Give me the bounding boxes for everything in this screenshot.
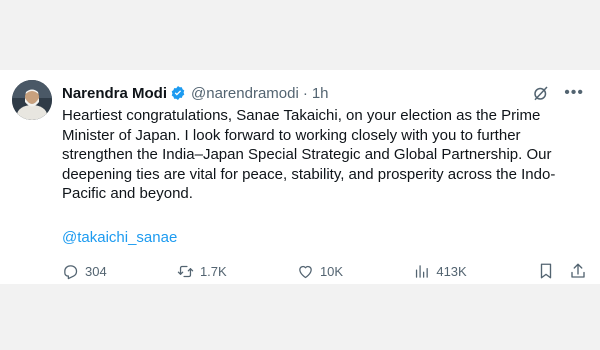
- reply-count: 304: [85, 263, 107, 279]
- like-icon: [299, 265, 312, 278]
- bookmark-icon[interactable]: [537, 262, 555, 280]
- tweet-header: Narendra Modi @narendramodi · 1h: [62, 83, 329, 103]
- reply-button[interactable]: 304: [62, 263, 107, 280]
- like-count: 10K: [319, 263, 344, 279]
- tweet-actions: 304 1.7K 10K 413K: [62, 262, 587, 280]
- avatar-image: [12, 80, 52, 120]
- header-separator: ·: [302, 84, 308, 102]
- mention-link[interactable]: @takaichi_sanae: [62, 229, 177, 246]
- repost-button[interactable]: 1.7K: [177, 263, 227, 280]
- timestamp[interactable]: 1h: [312, 85, 329, 102]
- avatar[interactable]: [12, 80, 52, 120]
- author-handle[interactable]: @narendramodi: [191, 85, 299, 102]
- more-icon[interactable]: •••: [564, 85, 584, 101]
- tweet-text: Heartiest congratulations, Sanae Takaich…: [62, 107, 556, 202]
- views-count: 413K: [436, 263, 467, 279]
- author-name[interactable]: Narendra Modi: [62, 85, 167, 102]
- views-icon: [416, 264, 429, 278]
- views-button[interactable]: 413K: [413, 263, 467, 280]
- repost-count: 1.7K: [199, 263, 227, 279]
- like-button[interactable]: 10K: [297, 263, 343, 280]
- tweet-top-actions: •••: [532, 84, 584, 102]
- share-icon[interactable]: [569, 262, 587, 280]
- verified-badge-icon: [171, 86, 185, 100]
- repost-icon: [177, 265, 194, 277]
- reply-icon: [64, 264, 78, 279]
- grok-icon[interactable]: [532, 84, 550, 102]
- tweet-actions-right: [537, 262, 587, 280]
